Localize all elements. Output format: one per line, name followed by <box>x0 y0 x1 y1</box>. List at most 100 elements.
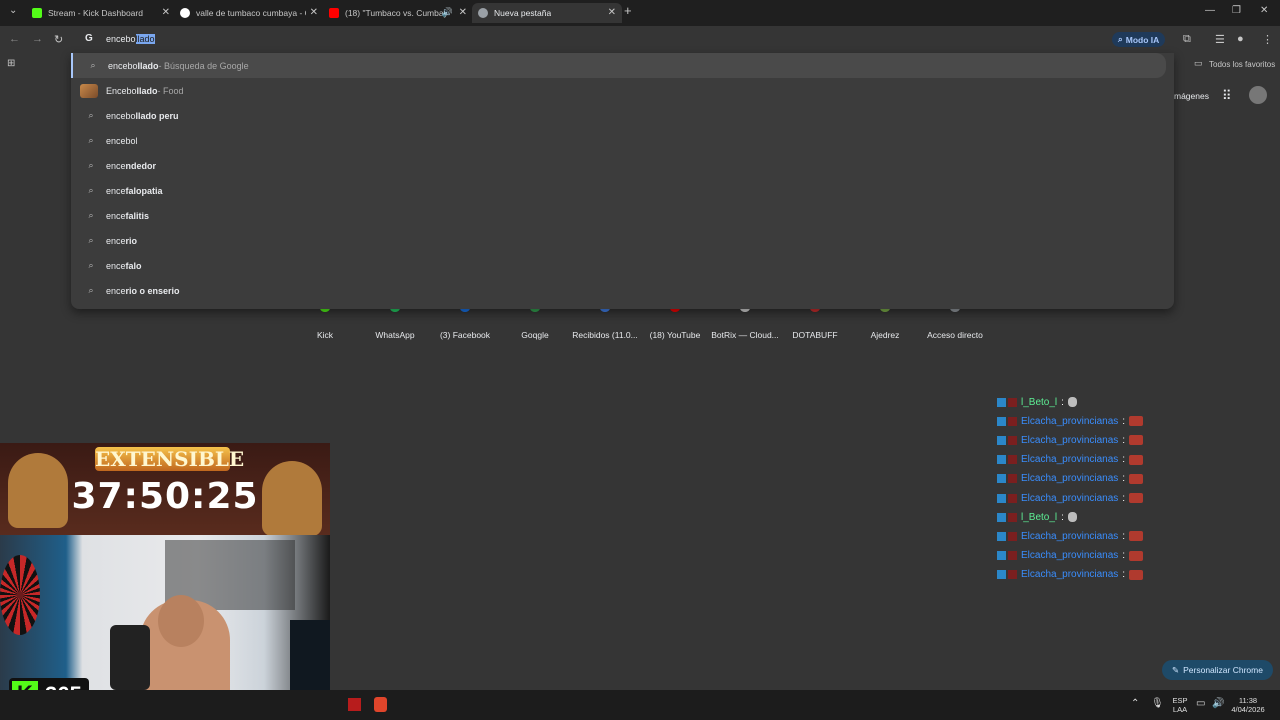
chat-separator: : <box>1122 473 1126 485</box>
menu-icon[interactable]: ⋮ <box>1262 33 1273 46</box>
suggestion-prefix: encebo <box>106 110 136 121</box>
google-apps-icon[interactable]: ⠿ <box>1222 88 1232 104</box>
back-icon[interactable]: ← <box>9 33 20 45</box>
shortcut-label[interactable]: Goqgle <box>500 330 570 340</box>
reload-icon[interactable]: ↻ <box>54 33 63 46</box>
avatar[interactable] <box>1249 86 1267 104</box>
badge-icon <box>1008 570 1017 580</box>
chat-username: l_Beto_l <box>1021 511 1058 523</box>
shortcut-label[interactable]: (18) YouTube <box>640 330 710 340</box>
suggestion-item[interactable]: ⌕ encebo llado - Búsqueda de Google <box>71 53 1166 78</box>
dota-icon[interactable] <box>348 698 361 711</box>
modo-ia-label: Modo IA <box>1125 34 1160 45</box>
suggestion-completion: rio <box>125 235 138 246</box>
badge-icon <box>1008 474 1017 484</box>
forward-icon[interactable]: → <box>32 33 43 45</box>
chat-message: Elcacha_provincianas: <box>997 413 1144 429</box>
close-window-icon[interactable]: ✕ <box>1260 5 1268 16</box>
images-link[interactable]: mágenes <box>1174 91 1209 101</box>
suggestion-item[interactable]: ⌕ ence rio <box>71 228 1164 253</box>
emote-icon <box>1129 435 1144 446</box>
badge-icon <box>1008 397 1017 407</box>
close-icon[interactable]: ✕ <box>459 7 467 18</box>
chat-separator: : <box>1122 550 1126 562</box>
suggestion-item[interactable]: ⌕ ence falopatia <box>71 178 1164 203</box>
tab-kick-dashboard[interactable]: Stream - Kick Dashboard ✕ <box>26 3 176 23</box>
badge-icon <box>997 416 1006 426</box>
suggestion-item[interactable]: Encebo llado - Food <box>71 78 1164 103</box>
suggestion-completion: llado <box>136 85 158 96</box>
omnibox-typed: encebo <box>106 34 136 44</box>
suggestion-item[interactable]: ⌕ encebol <box>71 128 1164 153</box>
lang-code: ESP <box>1172 696 1188 705</box>
maximize-icon[interactable]: ❐ <box>1232 5 1241 16</box>
suggestion-prefix: ence <box>106 285 126 296</box>
omnibox-input[interactable]: encebollado <box>106 34 155 44</box>
suggestion-item[interactable]: ⌕ encebo llado peru <box>71 103 1164 128</box>
badge-icon <box>1008 512 1017 522</box>
tab-new-tab[interactable]: Nueva pestaña ✕ <box>472 3 622 23</box>
shortcut-label[interactable]: (3) Facebook <box>430 330 500 340</box>
ai-search-icon: ⌕ <box>1118 34 1123 44</box>
chat-message: Elcacha_provincianas: <box>997 567 1144 583</box>
badge-icon <box>997 455 1006 465</box>
webcam-feed <box>0 535 330 690</box>
suggestion-prefix: Encebo <box>106 85 137 96</box>
badge-icon <box>997 435 1006 445</box>
brave-icon[interactable] <box>374 697 387 712</box>
shortcut-label[interactable]: Kick <box>290 330 360 340</box>
shortcut-label[interactable]: Ajedrez <box>850 330 920 340</box>
chat-separator: : <box>1061 511 1064 523</box>
tab-strip: ⌄ Stream - Kick Dashboard ✕ valle de tum… <box>0 0 1280 26</box>
google-icon: G <box>85 33 93 44</box>
badge-icon <box>1008 493 1017 503</box>
speaker-icon[interactable]: 🔊 <box>442 7 453 18</box>
chat-separator: : <box>1061 396 1064 408</box>
minimize-icon[interactable]: — <box>1205 5 1215 16</box>
toolbar: ← → ↻ G ⧉ ☰ ● ⋮ <box>0 26 1280 52</box>
clock[interactable]: 11:38 4/04/2026 <box>1226 696 1270 714</box>
network-icon[interactable]: ▭ <box>1196 698 1205 709</box>
tab-search-icon[interactable]: ⌄ <box>9 5 17 16</box>
tab-title: (18) "Tumbaco vs. Cumbay <box>345 8 448 18</box>
clock-date: 4/04/2026 <box>1231 705 1265 714</box>
modo-ia-button[interactable]: ⌕ Modo IA <box>1112 32 1166 47</box>
badge-icon <box>997 474 1006 484</box>
chevron-up-icon[interactable]: ⌃ <box>1131 698 1139 709</box>
suggestion-item[interactable]: ⌕ ence rio o enserio <box>71 278 1164 303</box>
suggestion-completion: llado peru <box>135 110 179 121</box>
extensions-icon[interactable]: ⧉ <box>1183 33 1191 46</box>
new-tab-plus-icon[interactable]: + <box>624 3 632 18</box>
microphone-icon[interactable]: 🎙 <box>1151 698 1164 709</box>
shortcut-label[interactable]: Recibidos (11.0... <box>570 330 640 340</box>
all-bookmarks-link[interactable]: Todos los favoritos <box>1209 60 1275 69</box>
profile-icon[interactable]: ● <box>1237 33 1244 45</box>
tab-youtube[interactable]: (18) "Tumbaco vs. Cumbay 🔊 ✕ <box>323 3 473 23</box>
shortcut-label[interactable]: BotRix — Cloud... <box>710 330 780 340</box>
close-icon[interactable]: ✕ <box>608 7 616 18</box>
shortcut-label[interactable]: WhatsApp <box>360 330 430 340</box>
volume-icon[interactable]: 🔊 <box>1212 698 1224 709</box>
shortcut-label[interactable]: Acceso directo <box>920 330 990 340</box>
emote-icon <box>1067 512 1077 523</box>
suggestion-source: - Búsqueda de Google <box>158 60 249 71</box>
shortcut-label[interactable]: DOTABUFF <box>780 330 850 340</box>
suggestion-item[interactable]: ⌕ ence falo <box>71 253 1164 278</box>
apps-grid-icon[interactable]: ⊞ <box>7 58 15 69</box>
chat-separator: : <box>1122 434 1126 446</box>
tab-google-search[interactable]: valle de tumbaco cumbaya - Go ✕ <box>174 3 324 23</box>
food-thumbnail-icon <box>80 83 98 98</box>
suggestion-completion: rio o enserio <box>125 285 180 296</box>
close-icon[interactable]: ✕ <box>310 7 318 18</box>
personalize-chrome-button[interactable]: ✎ Personalizar Chrome <box>1162 660 1273 680</box>
close-icon[interactable]: ✕ <box>162 7 170 18</box>
suggestion-item[interactable]: ⌕ ence falitis <box>71 203 1164 228</box>
chat-separator: : <box>1122 569 1126 581</box>
media-icon[interactable]: ☰ <box>1215 33 1225 46</box>
search-icon: ⌕ <box>88 110 94 120</box>
emote-icon <box>1129 569 1144 580</box>
suggestion-item[interactable]: ⌕ ence ndedor <box>71 153 1164 178</box>
language-indicator[interactable]: ESP LAA <box>1170 696 1190 714</box>
suggestion-prefix: ence <box>106 235 126 246</box>
chat-username: Elcacha_provincianas <box>1021 492 1119 504</box>
